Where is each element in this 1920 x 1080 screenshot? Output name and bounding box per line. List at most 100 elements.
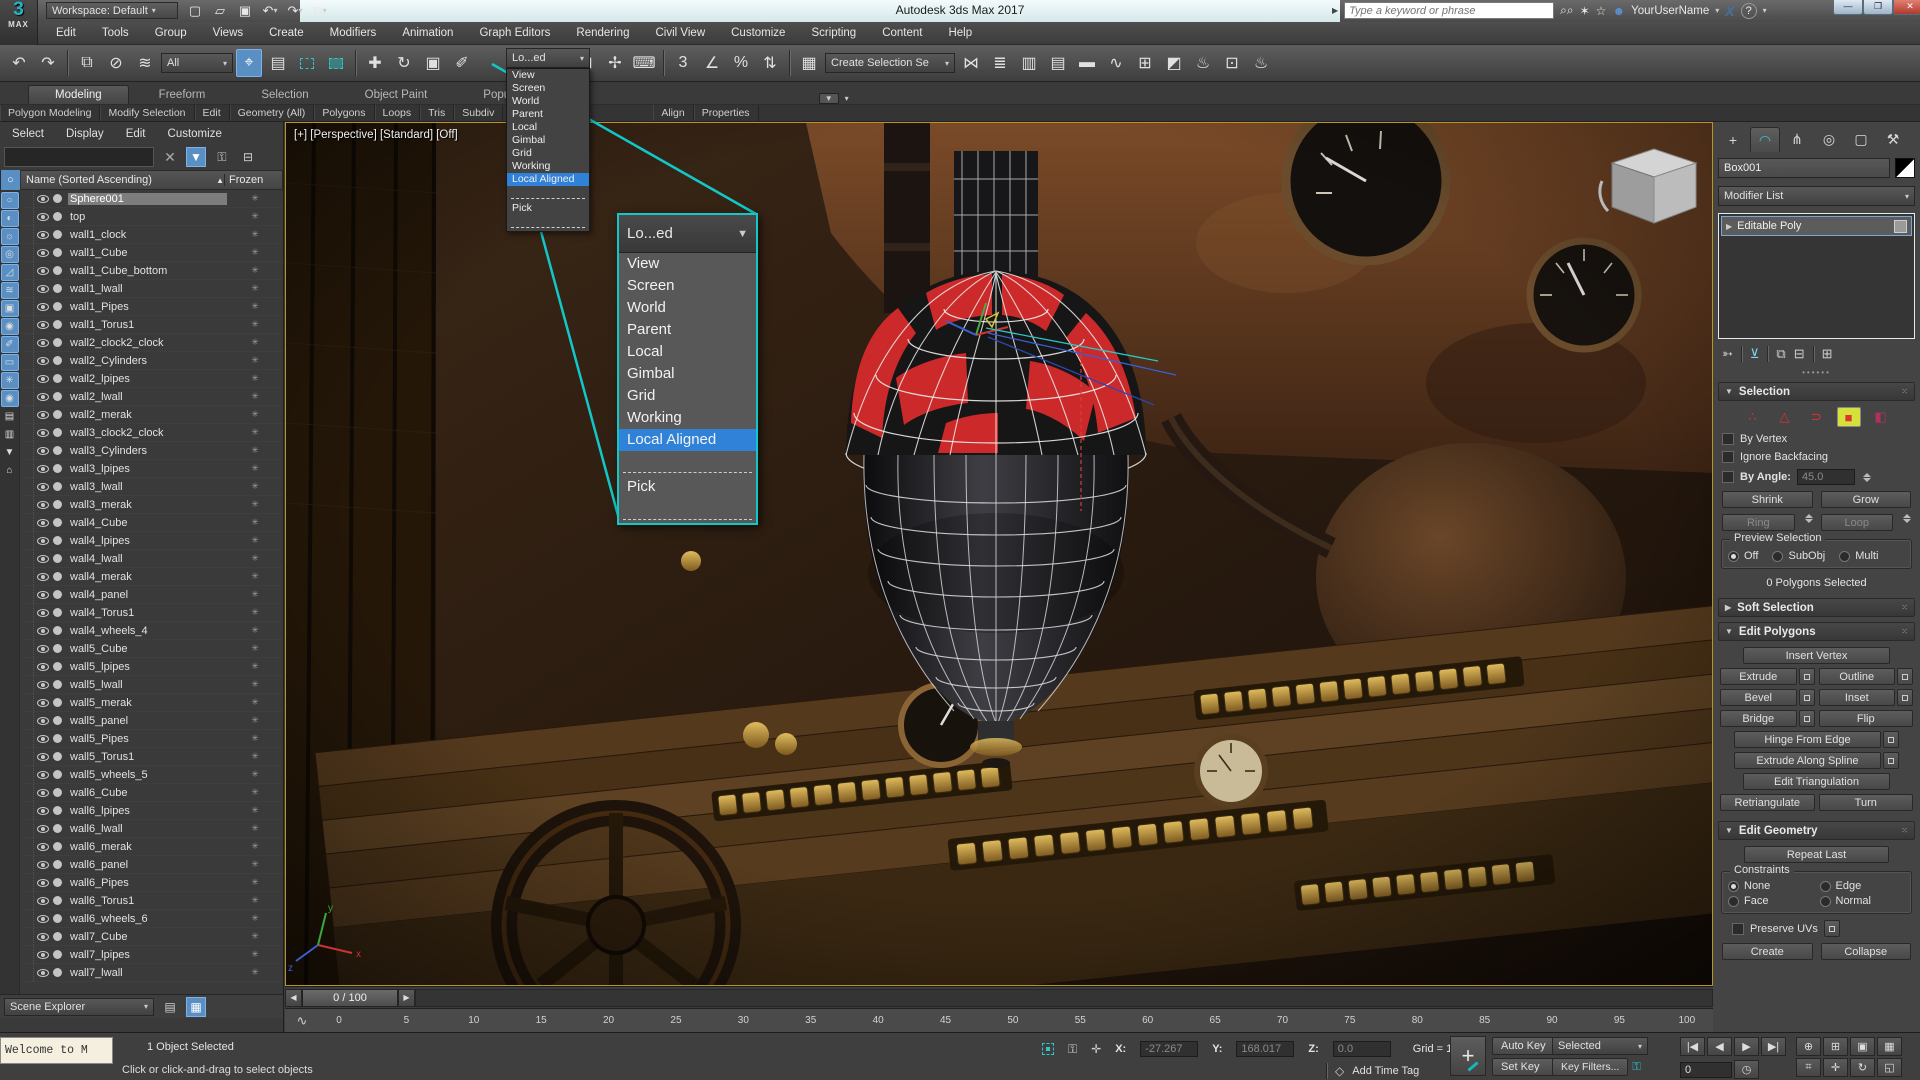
- rollout-edit-geometry[interactable]: ▼ Edit Geometry ⁙: [1718, 821, 1915, 840]
- frozen-toggle-icon[interactable]: ✳: [227, 751, 283, 762]
- remove-modifier-icon[interactable]: ⊟: [1794, 346, 1805, 362]
- selection-dot-icon[interactable]: [53, 896, 62, 905]
- frozen-toggle-icon[interactable]: ✳: [227, 355, 283, 366]
- toolbar-icon[interactable]: ⊡: [1219, 49, 1245, 77]
- toolbar-icon[interactable]: ✚: [362, 49, 388, 77]
- menu-item[interactable]: Graph Editors: [479, 27, 550, 39]
- edit-polygons-button[interactable]: Hinge From Edge: [1734, 731, 1881, 748]
- key-filters-button[interactable]: Key Filters...: [1552, 1058, 1628, 1076]
- selection-dot-icon[interactable]: [53, 932, 62, 941]
- selection-dot-icon[interactable]: [53, 662, 62, 671]
- explorer-object-row[interactable]: wall2_lpipes ✳: [20, 370, 283, 388]
- expand-arrow-icon[interactable]: ▶: [1726, 222, 1732, 231]
- explorer-object-row[interactable]: wall1_clock ✳: [20, 226, 283, 244]
- frozen-toggle-icon[interactable]: ✳: [227, 913, 283, 924]
- toolbar-icon[interactable]: ♨: [1248, 49, 1274, 77]
- ring-button[interactable]: Ring: [1722, 514, 1795, 531]
- frozen-toggle-icon[interactable]: ✳: [227, 949, 283, 960]
- selection-lock-icon[interactable]: ⚿: [1068, 1042, 1077, 1057]
- object-name[interactable]: wall1_Pipes: [68, 301, 227, 313]
- zoom-icon[interactable]: ⊕: [1796, 1037, 1821, 1056]
- visibility-eye-icon[interactable]: [37, 951, 49, 959]
- favorites-star-icon[interactable]: ☆: [1596, 4, 1607, 18]
- selection-dot-icon[interactable]: [53, 644, 62, 653]
- visibility-eye-icon[interactable]: [37, 591, 49, 599]
- frozen-toggle-icon[interactable]: ✳: [227, 373, 283, 384]
- frozen-toggle-icon[interactable]: ✳: [227, 247, 283, 258]
- settings-box-button[interactable]: [1799, 710, 1815, 727]
- search-icon[interactable]: ⌕⌕: [1560, 3, 1573, 18]
- time-tag-cube-icon[interactable]: ◇: [1335, 1064, 1344, 1078]
- visibility-eye-icon[interactable]: [37, 933, 49, 941]
- snap-icon[interactable]: ⇅: [757, 49, 783, 77]
- frozen-toggle-icon[interactable]: ✳: [227, 787, 283, 798]
- dropdown-item[interactable]: Working: [507, 160, 589, 173]
- by-angle-field[interactable]: 45.0: [1797, 469, 1855, 485]
- clear-search-icon[interactable]: ✕: [160, 147, 180, 167]
- selection-dot-icon[interactable]: [53, 626, 62, 635]
- preserve-uvs-settings-button[interactable]: [1824, 920, 1840, 937]
- constraint-radio[interactable]: None: [1728, 880, 1814, 892]
- rollout-soft-selection[interactable]: ▶ Soft Selection ⁙: [1718, 598, 1915, 617]
- toolbar-icon[interactable]: ⋈: [958, 49, 984, 77]
- visibility-eye-icon[interactable]: [37, 573, 49, 581]
- visibility-eye-icon[interactable]: [37, 645, 49, 653]
- dropdown-item[interactable]: Pick: [507, 202, 589, 215]
- object-name[interactable]: top: [68, 211, 227, 223]
- filter-icon[interactable]: ▼: [186, 147, 206, 167]
- display-type-toggle-icon[interactable]: ▭: [1, 354, 19, 371]
- visibility-eye-icon[interactable]: [37, 861, 49, 869]
- menu-item[interactable]: Tools: [102, 27, 129, 39]
- settings-box-button[interactable]: [1897, 668, 1913, 685]
- selection-dot-icon[interactable]: [53, 212, 62, 221]
- preview-radio[interactable]: Off: [1728, 550, 1758, 562]
- selection-dot-icon[interactable]: [53, 446, 62, 455]
- frozen-toggle-icon[interactable]: ✳: [227, 409, 283, 420]
- close-button[interactable]: ✕: [1893, 0, 1920, 15]
- lock-icon[interactable]: ⚿: [212, 147, 232, 167]
- object-name[interactable]: wall7_lwall: [68, 967, 227, 979]
- explorer-object-row[interactable]: wall4_wheels_4 ✳: [20, 622, 283, 640]
- dropdown-item[interactable]: Parent: [507, 108, 589, 121]
- open-file-icon[interactable]: ▱: [211, 3, 229, 19]
- selection-dot-icon[interactable]: [53, 770, 62, 779]
- display-type-toggle-icon[interactable]: ▼: [1, 444, 19, 461]
- explorer-object-row[interactable]: wall5_panel ✳: [20, 712, 283, 730]
- toolbar-icon[interactable]: ▥: [1016, 49, 1042, 77]
- create-button[interactable]: Create: [1722, 943, 1813, 960]
- object-name[interactable]: wall2_clock2_clock: [68, 337, 227, 349]
- explorer-menu-item[interactable]: Select: [12, 128, 44, 140]
- dropdown-item[interactable]: [511, 186, 585, 199]
- toolbar-icon[interactable]: ⊘: [103, 49, 129, 77]
- object-name[interactable]: wall1_lwall: [68, 283, 227, 295]
- ribbon-panel-tab[interactable]: Align: [653, 105, 693, 121]
- object-name[interactable]: wall3_merak: [68, 499, 227, 511]
- dropdown-item[interactable]: Pick: [619, 476, 756, 498]
- polygon-subobject-icon[interactable]: ■: [1837, 407, 1861, 427]
- object-name[interactable]: wall5_Torus1: [68, 751, 227, 763]
- edit-polygons-button[interactable]: Flip: [1819, 710, 1914, 727]
- explorer-object-row[interactable]: wall5_wheels_5 ✳: [20, 766, 283, 784]
- edit-polygons-button[interactable]: Bridge: [1720, 710, 1797, 727]
- pan-view-icon[interactable]: ✛: [1823, 1058, 1848, 1077]
- ribbon-minimize-icon[interactable]: ▼: [819, 93, 839, 104]
- modifier-list-dropdown[interactable]: Modifier List▾: [1718, 186, 1915, 206]
- dropdown-item[interactable]: World: [507, 95, 589, 108]
- frozen-toggle-icon[interactable]: ✳: [227, 427, 283, 438]
- by-angle-spinner[interactable]: [1863, 473, 1871, 482]
- utilities-tab-icon[interactable]: ⚒: [1878, 127, 1908, 152]
- stack-item-editable-poly[interactable]: ▶ Editable Poly: [1721, 216, 1912, 236]
- object-name[interactable]: wall1_Torus1: [68, 319, 227, 331]
- toolbar-icon[interactable]: ⌖: [236, 49, 262, 77]
- username[interactable]: YourUserName: [1631, 5, 1709, 17]
- vertex-subobject-icon[interactable]: ∴: [1741, 407, 1765, 427]
- selection-dot-icon[interactable]: [53, 194, 62, 203]
- explorer-stack-icon[interactable]: ▤: [160, 997, 180, 1017]
- explorer-object-row[interactable]: wall6_merak ✳: [20, 838, 283, 856]
- object-name[interactable]: wall3_lwall: [68, 481, 227, 493]
- edit-polygons-button[interactable]: Retriangulate: [1720, 794, 1815, 811]
- frozen-toggle-icon[interactable]: ✳: [227, 391, 283, 402]
- visibility-eye-icon[interactable]: [37, 897, 49, 905]
- frozen-toggle-icon[interactable]: ✳: [227, 841, 283, 852]
- rollout-selection[interactable]: ▼ Selection ⁙: [1718, 382, 1915, 401]
